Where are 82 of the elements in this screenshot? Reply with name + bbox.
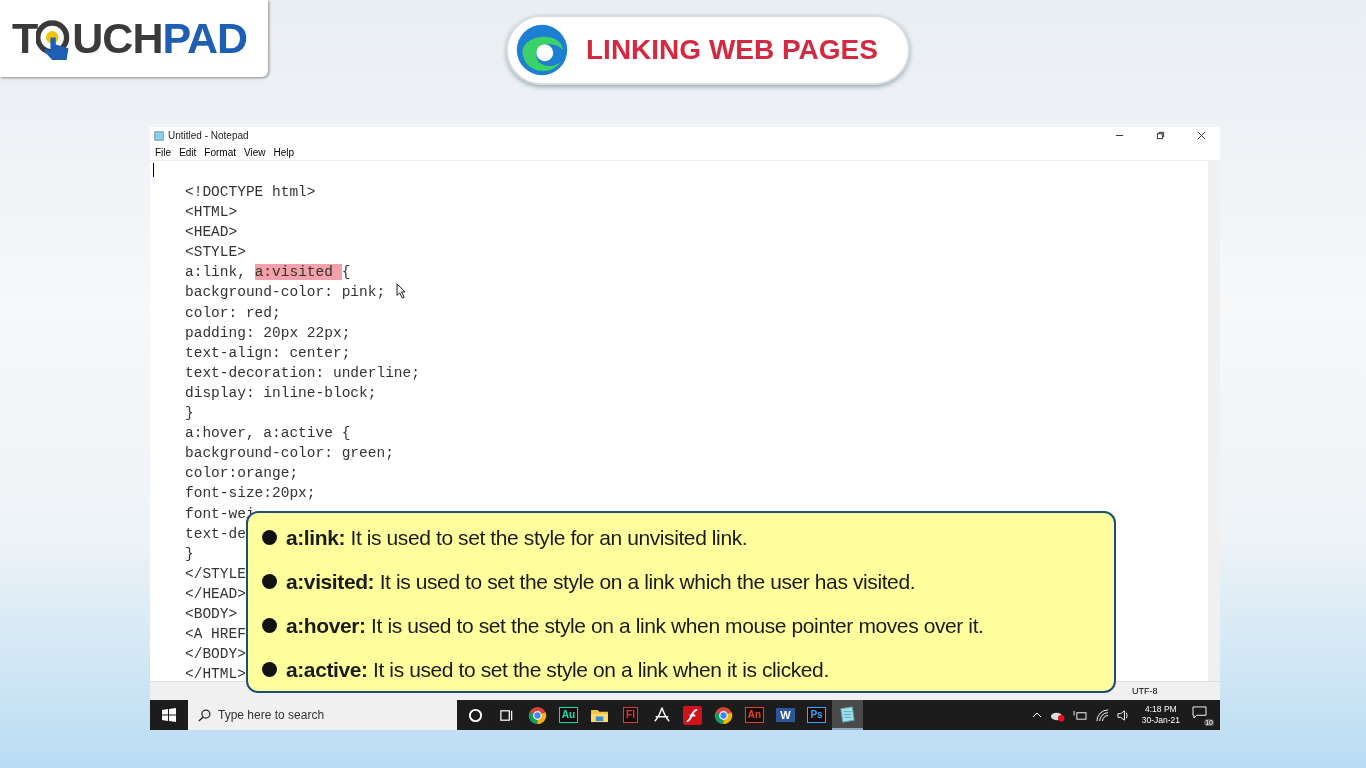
bullet-icon xyxy=(262,574,277,589)
word-icon: W xyxy=(776,708,795,722)
code-line: </STYLE xyxy=(185,565,246,582)
flash-icon xyxy=(683,705,702,725)
code-line: padding: 20px 22px; xyxy=(185,324,351,341)
code-line: <!DOCTYPE html> xyxy=(185,184,316,200)
code-line: a:hover, a:active { xyxy=(185,425,351,442)
code-line: </HTML> xyxy=(185,666,246,681)
code-line: <HTML> xyxy=(185,204,238,221)
taskbar-app[interactable]: Ps xyxy=(801,700,832,730)
bullet-icon xyxy=(262,662,277,677)
clock[interactable]: 4:18 PM 30-Jan-21 xyxy=(1141,704,1180,726)
code-line: } xyxy=(185,545,194,562)
menu-item[interactable]: File xyxy=(155,146,178,158)
date-text: 30-Jan-21 xyxy=(1141,715,1180,726)
notepad-icon xyxy=(838,704,857,724)
code-line: display: inline-block; xyxy=(185,384,377,401)
code-line: <BODY> xyxy=(185,605,238,622)
app-icon: Fl xyxy=(623,707,638,723)
definition-text: a:visited: It is used to set the style on a link which the user has visited. xyxy=(286,569,916,594)
code-line: font-size:20px; xyxy=(185,485,316,502)
notepad-icon xyxy=(154,130,164,141)
menu-item[interactable]: Help xyxy=(273,146,301,158)
taskbar-app[interactable]: An xyxy=(739,700,770,730)
code-text: a:link, xyxy=(185,264,247,281)
code-line: <HEAD> xyxy=(185,224,238,241)
bullet-icon xyxy=(262,618,277,633)
task-view-icon xyxy=(499,707,514,723)
bullet-icon xyxy=(262,530,277,545)
code-line: <A HREF xyxy=(185,626,246,643)
close-icon[interactable] xyxy=(1197,131,1206,140)
code-line: text-decoration: underline; xyxy=(185,364,420,381)
battery-icon[interactable] xyxy=(1072,709,1088,721)
chrome-icon xyxy=(714,705,733,725)
definition-text: a:link: It is used to set the style for an unvisited link. xyxy=(286,525,748,550)
folder-icon xyxy=(590,707,609,723)
scrollbar[interactable] xyxy=(1208,161,1220,681)
code-line: text-align: center; xyxy=(185,344,351,361)
time-text: 4:18 PM xyxy=(1145,704,1177,715)
message-icon xyxy=(1192,706,1207,719)
chrome-icon xyxy=(528,705,547,725)
menu-item[interactable]: View xyxy=(244,146,272,158)
menu-item[interactable]: Format xyxy=(204,146,243,158)
search-icon xyxy=(198,708,211,722)
code-line: background-color: green; xyxy=(185,445,394,462)
restore-icon[interactable] xyxy=(1156,131,1165,140)
volume-icon[interactable] xyxy=(1116,708,1130,722)
code-line: background-color: pink; xyxy=(185,284,386,301)
windows-logo-icon xyxy=(162,708,176,722)
chevron-up-icon[interactable] xyxy=(1031,710,1042,720)
code-line: </BODY> xyxy=(185,646,246,663)
code-line: <STYLE> xyxy=(185,244,246,261)
banner-title: LINKING WEB PAGES xyxy=(586,34,878,66)
code-line: </HEAD> xyxy=(185,585,246,602)
taskbar-app[interactable]: Fl xyxy=(615,700,646,730)
wifi-icon[interactable] xyxy=(1095,708,1109,722)
code-line: color: red; xyxy=(185,304,281,321)
logo-text: PAD xyxy=(162,14,248,63)
app-icon: An xyxy=(744,707,765,723)
circle-icon xyxy=(468,707,483,723)
definition-text: a:hover: It is used to set the style on a link when mouse pointer moves over it. xyxy=(286,613,984,638)
taskbar-app[interactable]: W xyxy=(770,700,801,730)
code-text: { xyxy=(341,264,351,281)
acrobat-icon xyxy=(652,706,671,724)
code-line: color:orange; xyxy=(185,465,299,482)
code-line: } xyxy=(185,405,194,422)
logo-text: T xyxy=(12,14,38,63)
taskbar-app[interactable] xyxy=(832,700,863,730)
browser-logo-icon xyxy=(514,22,570,78)
app-icon: Ps xyxy=(807,707,826,723)
encoding-status: UTF-8 xyxy=(1132,686,1158,696)
text-caret xyxy=(153,163,154,177)
definition-text: a:active: It is used to set the style on a link when it is clicked. xyxy=(286,657,829,682)
search-field[interactable]: Type here to search xyxy=(188,700,457,730)
taskbar-app[interactable]: Au xyxy=(553,700,584,730)
selected-text: a:visited xyxy=(254,264,342,281)
code-line: text-de xyxy=(185,525,246,542)
logo-text: UCH xyxy=(72,14,163,63)
menu-item[interactable]: Edit xyxy=(179,146,203,158)
window-title: Untitled - Notepad xyxy=(168,130,249,141)
mouse-pointer-icon xyxy=(396,283,407,299)
app-icon: Au xyxy=(558,707,579,723)
